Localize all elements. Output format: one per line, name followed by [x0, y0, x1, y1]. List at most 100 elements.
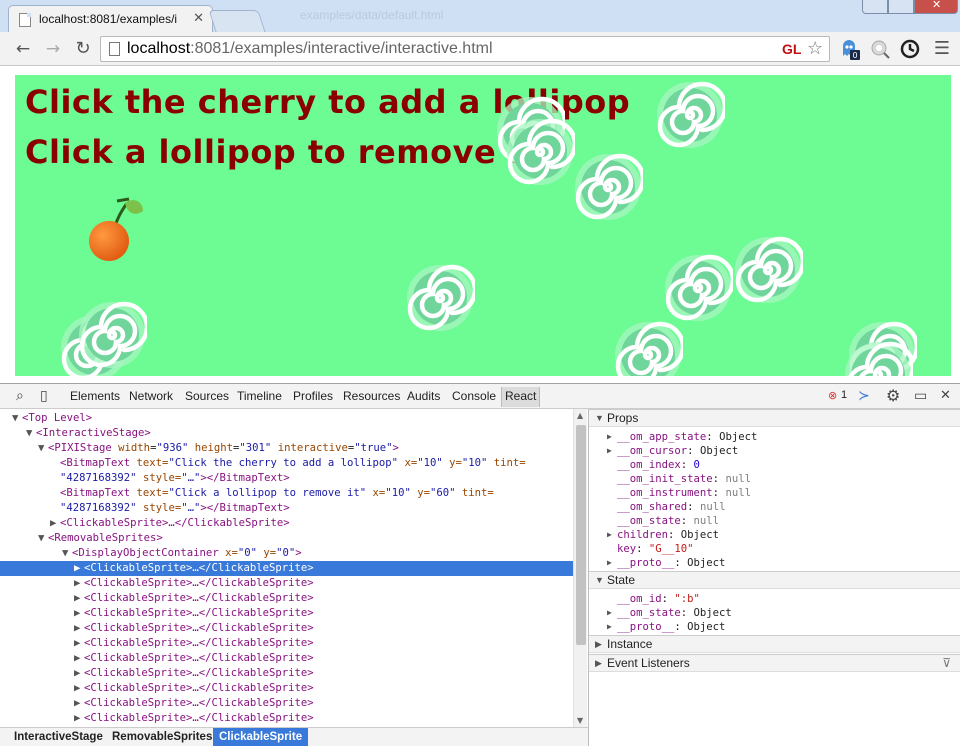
expanded-triangle-icon[interactable]: ▼ [26, 426, 36, 441]
tab-profiles[interactable]: Profiles [293, 389, 333, 403]
tree-row-clickable-sprite-cherry[interactable]: ▶ <ClickableSprite>…</ClickableSprite> [0, 516, 573, 531]
collapsed-triangle-icon[interactable]: ▶ [74, 576, 84, 591]
collapsed-triangle-icon[interactable]: ▶ [74, 666, 84, 681]
minimize-window-button[interactable] [862, 0, 888, 14]
collapsed-triangle-icon[interactable]: ▶ [74, 606, 84, 621]
breadcrumb-clickable-sprite[interactable]: ClickableSprite [213, 728, 309, 746]
breadcrumb-interactive-stage[interactable]: InteractiveStage [8, 728, 109, 746]
tree-row-clickable-sprite[interactable]: ▶<ClickableSprite>…</ClickableSprite> [0, 621, 573, 636]
tab-timeline[interactable]: Timeline [237, 389, 282, 403]
lollipop-sprite[interactable] [613, 320, 683, 376]
prop-row[interactable]: ▶ children: Object [607, 528, 719, 542]
collapsed-triangle-icon[interactable]: ▶ [74, 636, 84, 651]
tree-row-clickable-sprite-selected[interactable]: ▶ <ClickableSprite>…</ClickableSprite> [0, 561, 573, 576]
close-window-button[interactable]: ✕ [914, 0, 958, 14]
instance-section-header[interactable]: ▶ Instance [589, 635, 960, 653]
props-section-header[interactable]: ▼ Props [589, 409, 960, 427]
tab-network[interactable]: Network [129, 389, 173, 403]
menu-icon[interactable]: ☰ [931, 38, 953, 60]
settings-gear-icon[interactable]: ⚙ [886, 386, 900, 405]
lollipop-sprite[interactable] [733, 235, 803, 305]
browser-tab-active[interactable]: localhost:8081/examples/i ✕ [8, 5, 213, 33]
sync-extension-icon[interactable] [899, 38, 921, 60]
tab-console[interactable]: Console [452, 389, 496, 403]
lollipop-sprite[interactable] [663, 253, 733, 323]
tree-row-clickable-sprite[interactable]: ▶<ClickableSprite>…</ClickableSprite> [0, 666, 573, 681]
collapsed-triangle-icon[interactable]: ▶ [607, 620, 612, 634]
tree-row-removable-sprites[interactable]: ▼ <RemovableSprites> [0, 531, 573, 546]
collapsed-triangle-icon[interactable]: ▶ [74, 711, 84, 726]
collapsed-triangle-icon[interactable]: ▶ [607, 606, 612, 620]
inspect-search-icon[interactable]: ⌕ [16, 388, 24, 404]
url-text[interactable]: localhost:8081/examples/interactive/inte… [127, 40, 493, 58]
tree-row-clickable-sprite[interactable]: ▶<ClickableSprite>…</ClickableSprite> [0, 636, 573, 651]
scrollbar-thumb[interactable] [576, 425, 586, 645]
lollipop-sprite[interactable] [843, 340, 913, 376]
dock-side-icon[interactable]: ▭ [914, 388, 927, 404]
tree-row-pixi-stage[interactable]: ▼ <PIXIStage width="936" height="301" int… [0, 441, 573, 456]
console-drawer-icon[interactable]: ≻ [858, 388, 870, 404]
tab-close-icon[interactable]: ✕ [193, 11, 204, 26]
tree-row-clickable-sprite[interactable]: ▶<ClickableSprite>…</ClickableSprite> [0, 651, 573, 666]
scroll-down-icon[interactable]: ▼ [577, 716, 583, 725]
prop-row[interactable]: ▶ __om_app_state: Object [607, 430, 757, 444]
filter-icon[interactable]: ⊽ [942, 655, 951, 672]
collapsed-triangle-icon[interactable]: ▶ [74, 561, 84, 576]
collapsed-triangle-icon[interactable]: ▶ [50, 516, 60, 531]
prop-row[interactable]: ▶ __om_cursor: Object [607, 444, 738, 458]
collapsed-triangle-icon[interactable]: ▶ [607, 430, 612, 444]
expanded-triangle-icon[interactable]: ▼ [62, 546, 72, 561]
tab-react[interactable]: React [501, 387, 541, 407]
tree-scrollbar[interactable]: ▲ ▼ [573, 409, 587, 727]
lollipop-sprite[interactable] [405, 263, 475, 333]
tree-row-bitmap-text-1[interactable]: <BitmapText text="Click the cherry to ad… [0, 456, 573, 471]
prop-row[interactable]: ▶ __om_state: Object [607, 606, 732, 620]
address-bar[interactable]: localhost:8081/examples/interactive/inte… [100, 36, 830, 62]
cherry-sprite[interactable] [87, 193, 151, 263]
expanded-triangle-icon[interactable]: ▼ [38, 441, 48, 456]
tab-sources[interactable]: Sources [185, 389, 229, 403]
device-mode-icon[interactable]: ▯ [40, 388, 48, 404]
collapsed-triangle-icon[interactable]: ▶ [607, 528, 612, 542]
collapsed-triangle-icon[interactable]: ▶ [74, 681, 84, 696]
tree-row-top-level[interactable]: ▼ <Top Level> [0, 411, 573, 426]
expanded-triangle-icon[interactable]: ▼ [12, 411, 22, 426]
ghost-extension-icon[interactable]: 0 [839, 38, 861, 60]
breadcrumb-removable-sprites[interactable]: RemovableSprites [106, 728, 218, 746]
tab-audits[interactable]: Audits [407, 389, 440, 403]
prop-row[interactable]: ▶ __proto__: Object [607, 620, 725, 634]
error-icon[interactable]: ⊗ [828, 389, 837, 402]
tree-row-clickable-sprite[interactable]: ▶<ClickableSprite>…</ClickableSprite> [0, 591, 573, 606]
reload-button[interactable]: ↻ [72, 38, 94, 60]
tree-row-clickable-sprite[interactable]: ▶<ClickableSprite>…</ClickableSprite> [0, 576, 573, 591]
collapsed-triangle-icon[interactable]: ▶ [74, 696, 84, 711]
scroll-up-icon[interactable]: ▲ [577, 411, 583, 420]
new-tab-button[interactable] [208, 10, 266, 32]
collapsed-triangle-icon[interactable]: ▶ [607, 444, 612, 458]
prop-row[interactable]: ▶ __proto__: Object [607, 556, 725, 570]
tree-row-clickable-sprite[interactable]: ▶<ClickableSprite>…</ClickableSprite> [0, 606, 573, 621]
tree-row-clickable-sprite[interactable]: ▶<ClickableSprite>…</ClickableSprite> [0, 696, 573, 711]
maximize-window-button[interactable] [888, 0, 914, 14]
lollipop-sprite[interactable] [77, 300, 147, 370]
tab-resources[interactable]: Resources [343, 389, 400, 403]
lollipop-sprite[interactable] [505, 117, 575, 187]
forward-button[interactable]: → [42, 38, 64, 60]
expanded-triangle-icon[interactable]: ▼ [38, 531, 48, 546]
close-devtools-icon[interactable]: ✕ [940, 388, 951, 403]
error-count[interactable]: 1 [841, 389, 847, 401]
tree-row-clickable-sprite[interactable]: ▶<ClickableSprite>…</ClickableSprite> [0, 711, 573, 726]
collapsed-triangle-icon[interactable]: ▶ [74, 621, 84, 636]
collapsed-triangle-icon[interactable]: ▶ [74, 651, 84, 666]
event-listeners-section-header[interactable]: ▶ Event Listeners ⊽ [589, 654, 960, 672]
tree-row-interactive-stage[interactable]: ▼ <InteractiveStage> [0, 426, 573, 441]
lollipop-sprite[interactable] [655, 80, 725, 150]
lollipop-sprite[interactable] [573, 152, 643, 222]
pixi-stage-canvas[interactable]: Click the cherry to add a lollipop Click… [15, 75, 951, 376]
tree-row-display-object-container[interactable]: ▼ <DisplayObjectContainer x="0" y="0"> [0, 546, 573, 561]
tree-row-bitmap-text-2[interactable]: <BitmapText text="Click a lollipop to re… [0, 486, 573, 501]
search-extension-icon[interactable] [869, 38, 891, 60]
back-button[interactable]: ← [12, 38, 34, 60]
collapsed-triangle-icon[interactable]: ▶ [607, 556, 612, 570]
collapsed-triangle-icon[interactable]: ▶ [74, 591, 84, 606]
